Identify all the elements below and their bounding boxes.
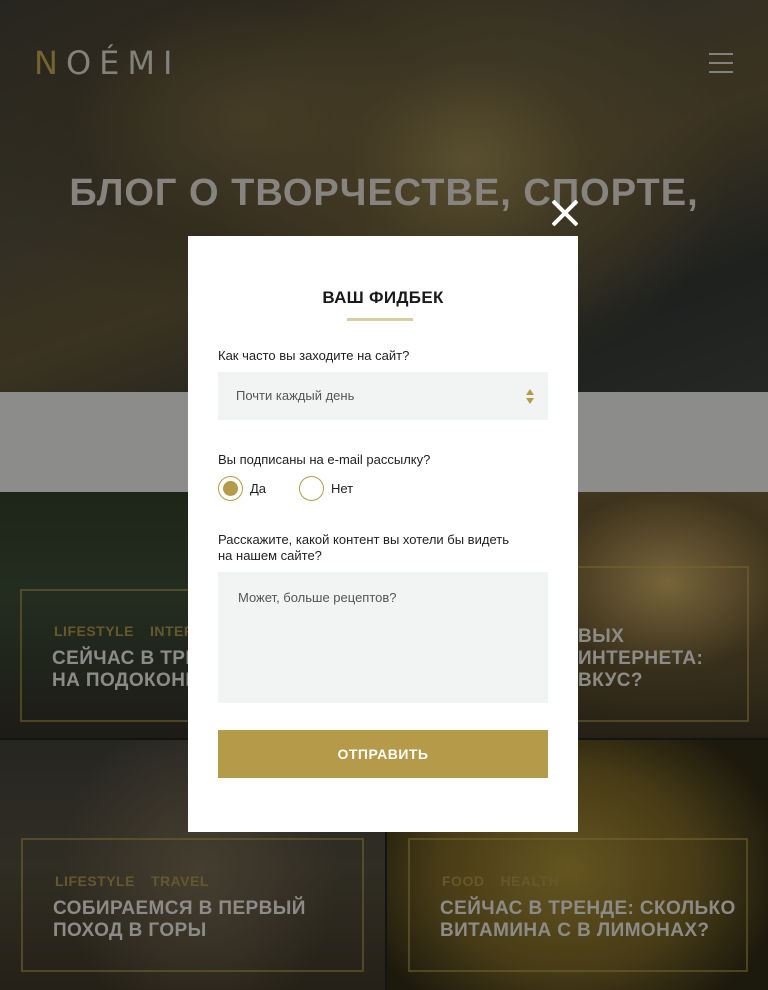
feedback-modal: ВАШ ФИДБЕК Как часто вы заходите на сайт… [188,236,578,832]
label-line: Расскажите, какой контент вы хотели бы в… [218,532,509,547]
select-value: Почти каждый день [236,388,355,403]
title-underline [347,318,413,321]
radio-yes-label: Да [250,481,267,496]
newsletter-label: Вы подписаны на e-mail рассылку? [218,452,431,467]
radio-no-label: Нет [331,481,354,496]
radio-no[interactable]: Нет [299,476,353,501]
radio-unchecked-icon[interactable] [299,476,324,501]
content-wish-label: Расскажите, какой контент вы хотели бы в… [218,532,509,564]
select-arrows-icon [526,389,534,405]
label-line: на нашем сайте? [218,548,322,563]
visit-frequency-select[interactable]: Почти каждый день [218,372,548,420]
radio-checked-icon[interactable] [218,476,243,501]
content-wish-textarea[interactable] [218,572,548,703]
submit-button[interactable]: ОТПРАВИТЬ [218,730,548,778]
close-icon[interactable] [549,196,581,228]
radio-yes[interactable]: Да [218,476,266,501]
modal-title: ВАШ ФИДБЕК [322,288,444,307]
visit-frequency-label: Как часто вы заходите на сайт? [218,348,410,363]
